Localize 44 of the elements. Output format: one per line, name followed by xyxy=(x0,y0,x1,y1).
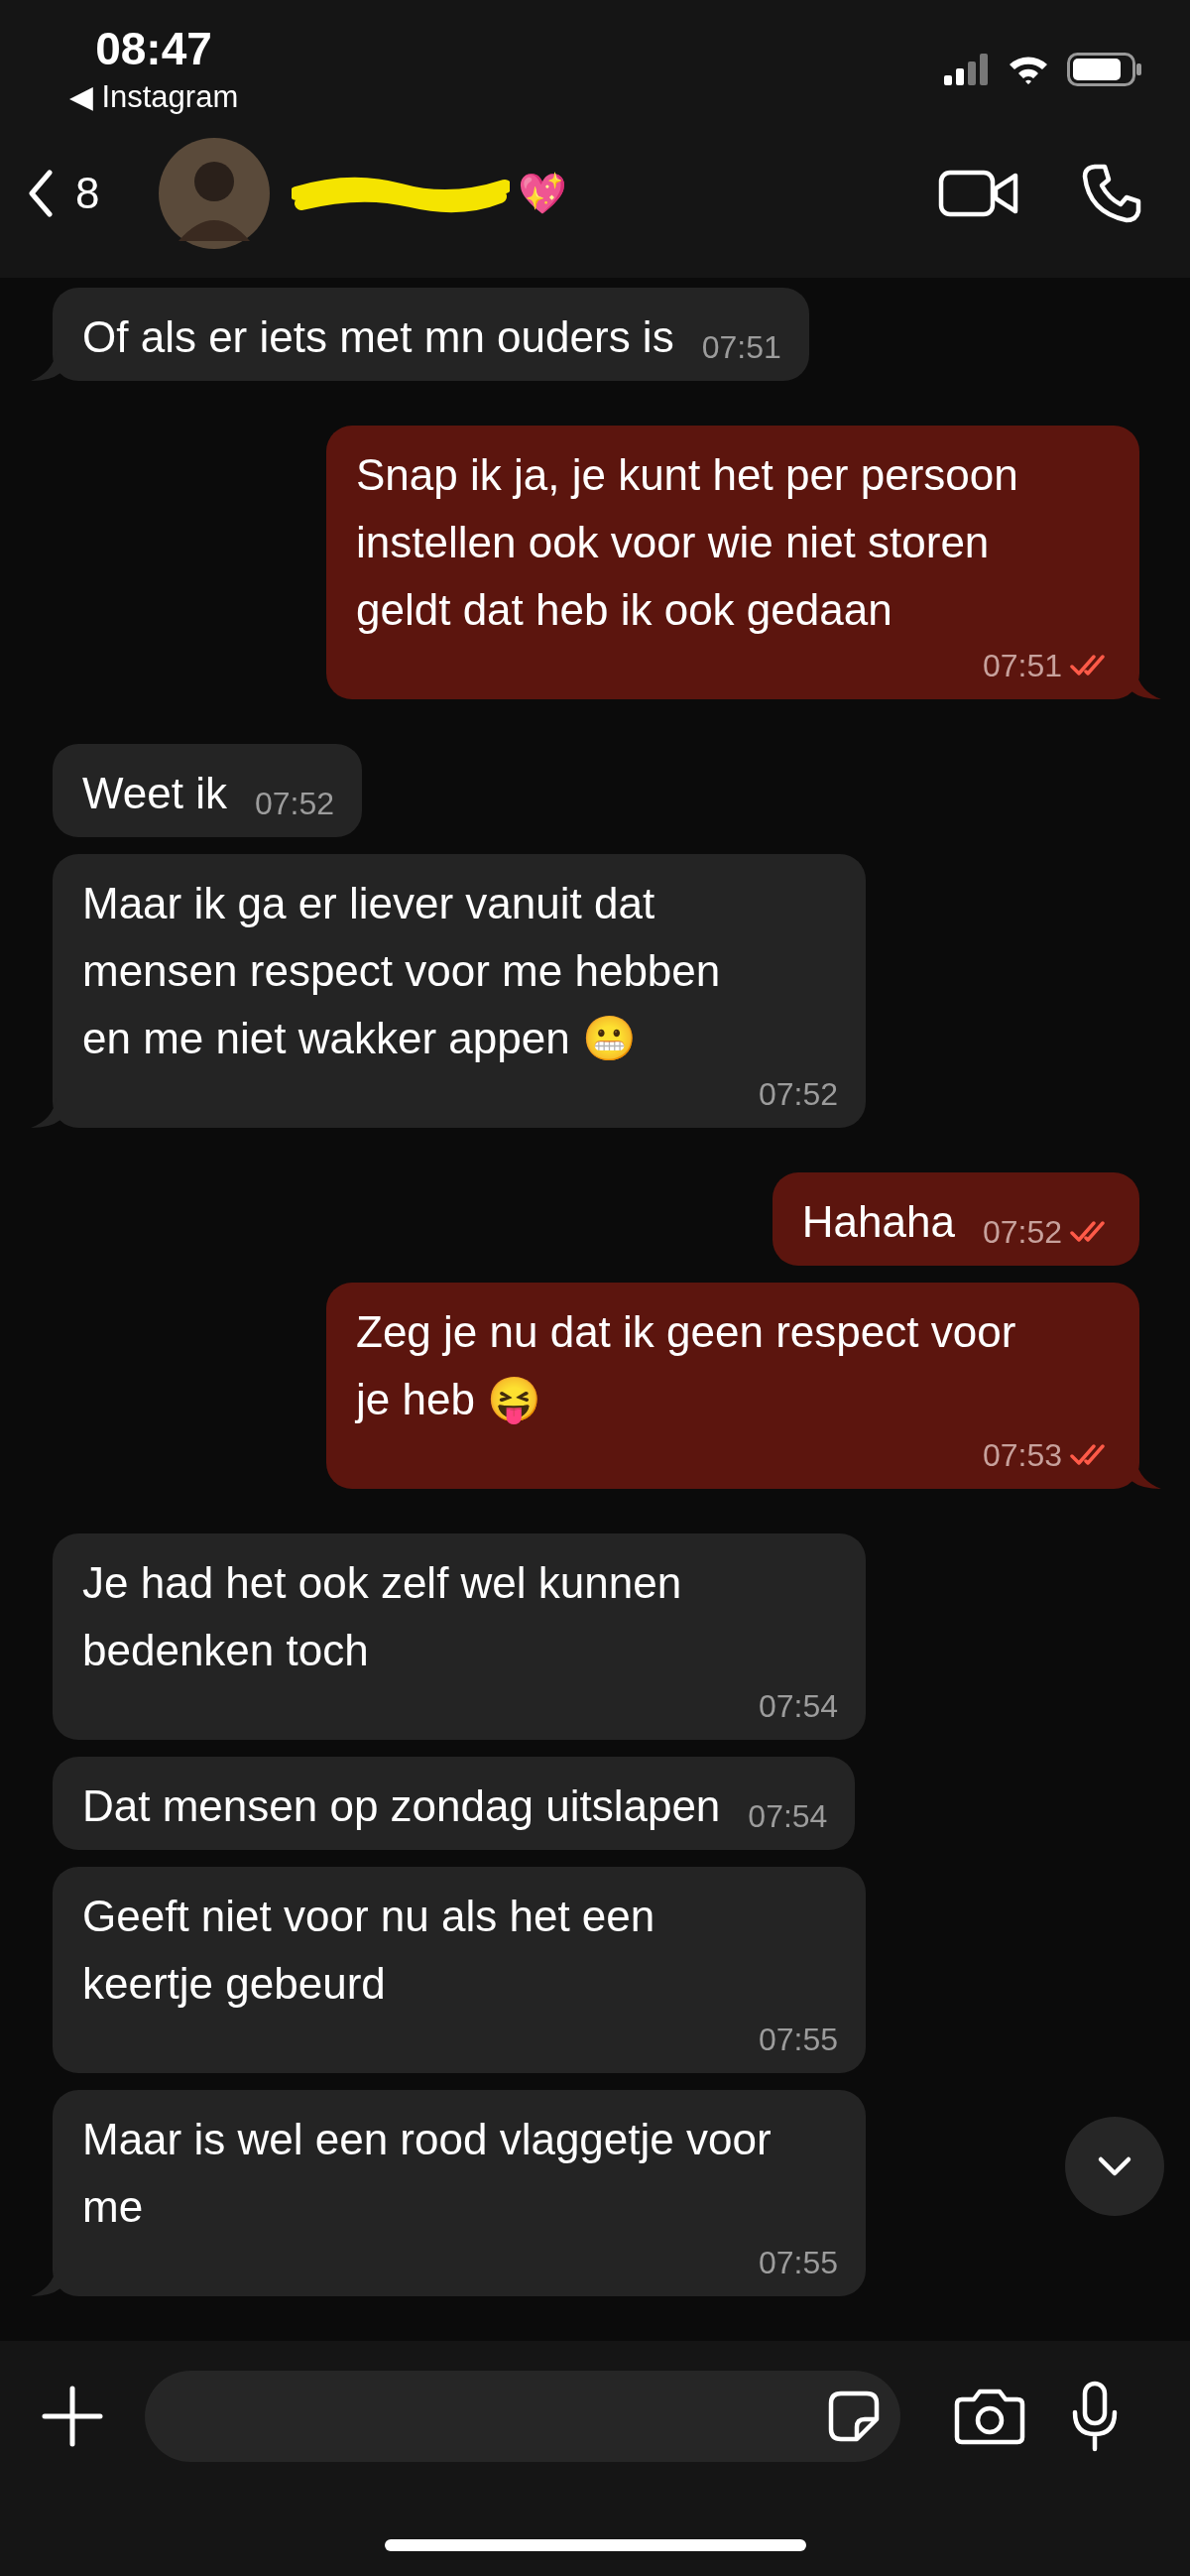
message-bubble[interactable]: Maar is wel een rood vlaggetje voor me 07:55 xyxy=(53,2090,866,2296)
message-time: 07:52 xyxy=(758,1075,838,1114)
plus-icon[interactable] xyxy=(42,2386,103,2447)
message-time: 07:51 xyxy=(701,328,781,367)
message-bubble[interactable]: Geeft niet voor nu als het een keertje gebeurd 07:55 xyxy=(53,1867,866,2073)
back-button[interactable]: 8 xyxy=(28,169,100,218)
message-text: Weet ik xyxy=(82,768,227,819)
message-bubble[interactable]: Of als er iets met mn ouders is 07:51 xyxy=(53,288,809,381)
message-time: 07:54 xyxy=(748,1797,828,1836)
sticker-icon[interactable] xyxy=(827,2390,881,2443)
phone-icon[interactable] xyxy=(1081,163,1142,224)
message-bubble[interactable]: Weet ik 07:52 xyxy=(53,744,362,837)
message-text: Maar ik ga er liever vanuit dat mensen respect voor me hebben en me niet wakker appen 😬 xyxy=(82,878,722,1064)
camera-icon[interactable] xyxy=(954,2388,1025,2445)
message-bubble[interactable]: Je had het ook zelf wel kunnen bedenken toch 07:54 xyxy=(53,1533,866,1740)
unread-count: 8 xyxy=(75,169,100,218)
status-time: 08:47 xyxy=(95,22,212,75)
message-bubble[interactable]: Maar ik ga er liever vanuit dat mensen respect voor me hebben en me niet wakker appen 😬 07:52 xyxy=(53,854,866,1128)
message-bubble[interactable]: Hahaha 07:52 xyxy=(772,1172,1139,1266)
microphone-icon[interactable] xyxy=(1071,2381,1119,2452)
signal-icon xyxy=(944,54,990,85)
message-text: Of als er iets met mn ouders is xyxy=(82,311,674,363)
message-text: Hahaha xyxy=(801,1196,955,1248)
message-time: 07:55 xyxy=(758,2244,838,2282)
message-text: Geeft niet voor nu als het een keertje gebeurd xyxy=(82,1891,656,2010)
message-time: 07:53 xyxy=(982,1436,1062,1475)
message-bubble[interactable]: Dat mensen op zondag uitslapen 07:54 xyxy=(53,1757,856,1850)
message-text: Zeg je nu dat ik geen respect voor je heb 😝 xyxy=(356,1306,1017,1426)
message-time: 07:52 xyxy=(254,785,334,823)
message-text: Snap ik ja, je kunt het per persoon instellen ook voor wie niet storen geldt dat heb ik ook gedaan xyxy=(356,449,1019,636)
message-time: 07:55 xyxy=(758,2021,838,2059)
chevron-down-icon xyxy=(1097,2155,1132,2177)
battery-icon xyxy=(1067,53,1142,86)
chevron-left-icon xyxy=(28,170,54,217)
message-time: 07:54 xyxy=(758,1687,838,1726)
message-time: 07:52 xyxy=(982,1213,1062,1252)
message-time: 07:51 xyxy=(982,647,1062,685)
message-text: Maar is wel een rood vlaggetje voor me xyxy=(82,2114,773,2233)
contact-name-emoji: 💖 xyxy=(518,170,568,217)
message-text: Dat mensen op zondag uitslapen xyxy=(82,1780,721,1832)
back-to-app-link[interactable]: ◀ Instagram xyxy=(68,75,239,119)
message-text: Je had het ook zelf wel kunnen bedenken toch xyxy=(82,1557,683,1676)
message-bubble[interactable]: Snap ik ja, je kunt het per persoon instellen ook voor wie niet storen geldt dat heb ik ook gedaan 07:51 xyxy=(326,426,1139,699)
message-bubble[interactable]: Zeg je nu dat ik geen respect voor je heb 😝 07:53 xyxy=(326,1283,1139,1489)
